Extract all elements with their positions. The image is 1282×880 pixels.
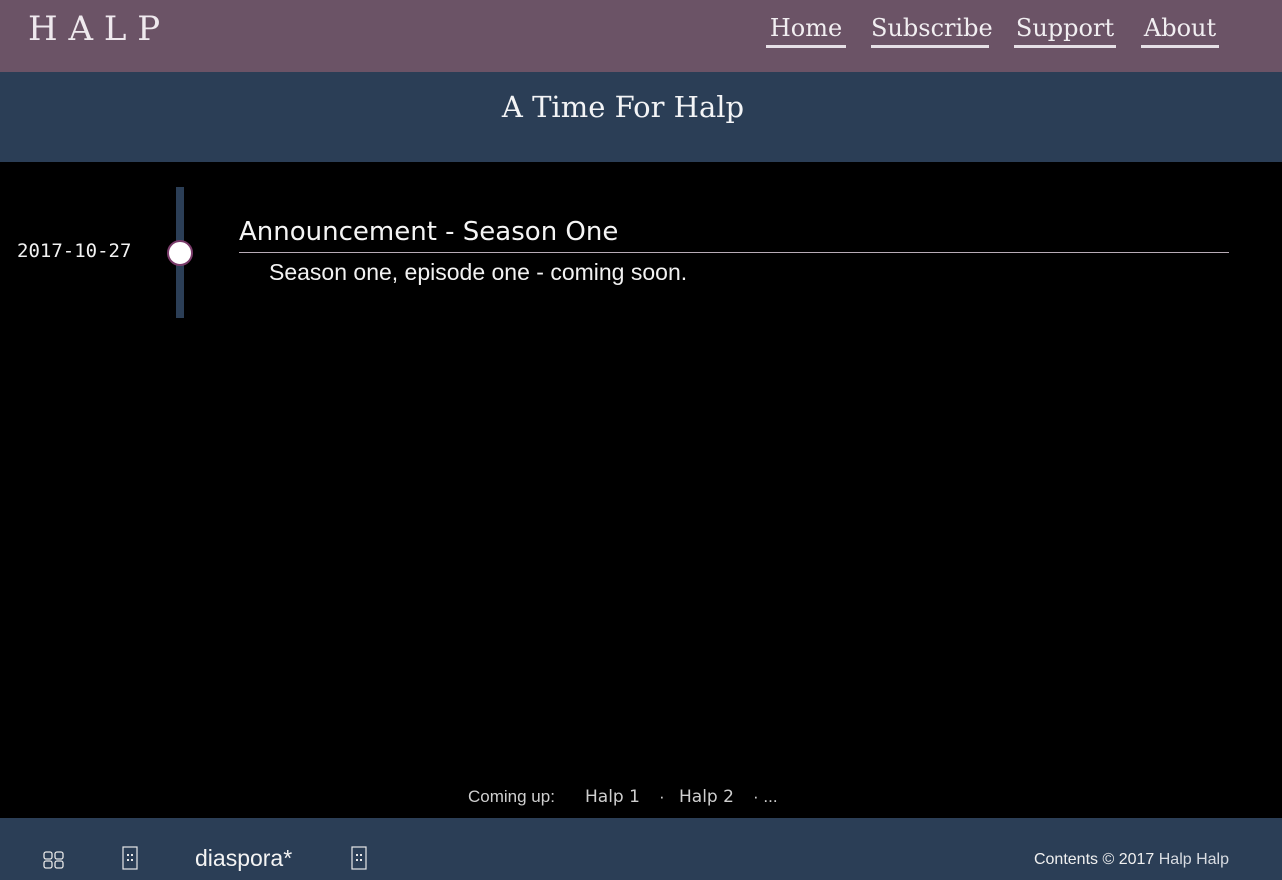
nav-subscribe[interactable]: Subscribe [871,10,993,48]
timeline-marker [167,240,193,266]
small-box-icon[interactable] [351,846,367,875]
timeline-date: 2017-10-27 [17,240,132,262]
copyright-owner[interactable]: Halp Halp [1159,851,1229,868]
coming-up-separator: · [659,787,665,806]
copyright: Contents © 2017 Halp Halp [1034,851,1229,869]
nav-home[interactable]: Home [766,10,846,48]
page-banner: A Time For Halp [0,72,1282,162]
page-title: A Time For Halp [501,90,745,124]
small-box-icon[interactable] [122,846,138,875]
post-body: Season one, episode one - coming soon. [269,259,688,285]
diaspora-link[interactable]: diaspora* [195,845,292,872]
copyright-text: Contents © 2017 [1033,851,1155,868]
coming-up-more: · ... [753,787,778,806]
site-header: H A L P Home Subscribe Support About [0,0,1282,72]
nav-support[interactable]: Support [1014,10,1116,48]
nav-about[interactable]: About [1141,10,1219,48]
grid-icon[interactable] [43,851,65,874]
coming-up-bar: Coming up: Halp 1 · Halp 2 · ... [0,787,1282,811]
post-title[interactable]: Announcement - Season One [239,215,1229,253]
coming-up-label: Coming up: [468,787,555,806]
site-footer: diaspora* Contents © 2017 Halp Halp [0,818,1282,880]
site-logo[interactable]: H A L P [28,9,160,49]
coming-up-link-1[interactable]: Halp 1 [585,787,640,807]
coming-up-link-2[interactable]: Halp 2 [679,787,734,807]
